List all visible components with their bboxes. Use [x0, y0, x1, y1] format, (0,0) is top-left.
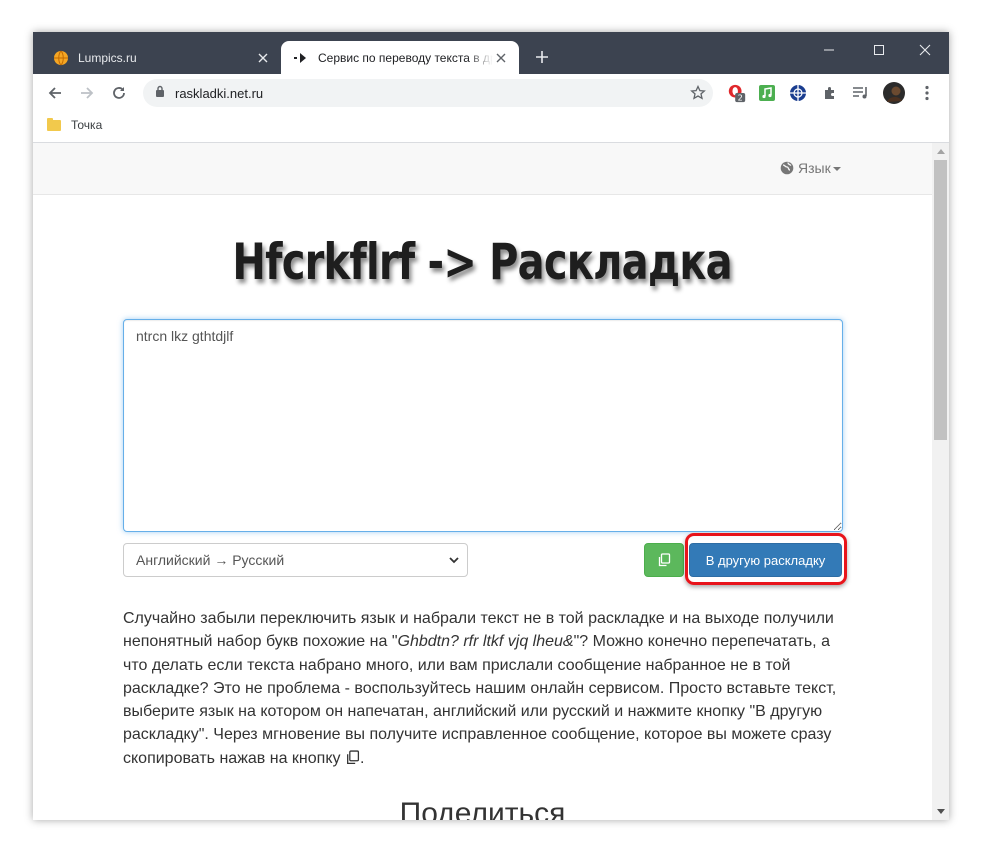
svg-text:2: 2: [738, 93, 743, 103]
scrollbar-thumb[interactable]: [934, 160, 947, 440]
minimize-button[interactable]: [809, 38, 849, 62]
globe-icon: [780, 161, 794, 175]
site-navbar: Язык: [33, 143, 932, 195]
copy-button[interactable]: [644, 543, 684, 577]
tab-lumpics[interactable]: Lumpics.ru: [41, 41, 281, 74]
orange-globe-icon: [53, 50, 69, 66]
back-button[interactable]: [43, 81, 67, 105]
scroll-down-button[interactable]: [932, 803, 949, 820]
minimize-icon: [824, 49, 834, 51]
description-part2: "? Можно конечно перепечатать, а что дел…: [123, 633, 837, 767]
address-bar[interactable]: raskladki.net.ru: [143, 79, 713, 107]
language-menu[interactable]: Язык: [780, 160, 841, 176]
maximize-icon: [874, 45, 884, 55]
media-queue-icon[interactable]: [851, 83, 871, 103]
bookmark-star-icon[interactable]: [683, 85, 713, 101]
url-text[interactable]: raskladki.net.ru: [175, 86, 683, 101]
tab-strip: Lumpics.ru Сервис по переводу текста в д…: [33, 32, 949, 74]
browser-window: Lumpics.ru Сервис по переводу текста в д…: [33, 32, 949, 820]
bookmarks-bar: Точка: [33, 112, 949, 143]
triangle-up-icon: [936, 149, 945, 154]
triangle-down-icon: [936, 809, 945, 814]
arrow-right-icon: [81, 87, 94, 99]
description-paragraph: Случайно забыли переключить язык и набра…: [123, 607, 843, 770]
page-viewport: Язык Hfcrkflrf -> Раскладка Английский →…: [33, 143, 932, 820]
caret-down-icon: [832, 167, 841, 171]
reload-button[interactable]: [107, 81, 131, 105]
browser-toolbar: raskladki.net.ru 2: [33, 74, 949, 112]
tab-raskladki[interactable]: Сервис по переводу текста в другую раскл…: [281, 41, 519, 74]
copy-icon: [658, 553, 671, 567]
music-extension-icon[interactable]: [757, 83, 777, 103]
direction-select[interactable]: Английский → Русский: [123, 543, 468, 577]
new-tab-button[interactable]: [531, 46, 553, 68]
direction-select-value: Английский → Русский: [136, 552, 285, 568]
highlight-frame: [685, 533, 847, 585]
maximize-button[interactable]: [859, 38, 899, 62]
tab-title: Сервис по переводу текста в другую раскл…: [318, 50, 493, 65]
share-heading: Поделиться: [399, 797, 566, 820]
vertical-scrollbar[interactable]: [932, 143, 949, 820]
bookmark-label: Точка: [71, 118, 103, 132]
close-icon[interactable]: [493, 50, 509, 66]
profile-avatar[interactable]: [882, 81, 906, 105]
opera-extension-icon[interactable]: 2: [727, 83, 747, 103]
tab-title: Lumpics.ru: [78, 50, 137, 65]
close-icon: [919, 44, 931, 56]
arrow-right-icon: [293, 50, 309, 66]
close-icon[interactable]: [255, 50, 271, 66]
description-part3: .: [359, 749, 365, 767]
language-menu-label: Язык: [798, 160, 831, 176]
window-close-button[interactable]: [905, 38, 945, 62]
arrow-left-icon: [48, 87, 61, 99]
site-logo: Hfcrkflrf -> Раскладка: [33, 233, 932, 291]
plus-icon: [536, 51, 548, 63]
bookmark-tochka[interactable]: Точка: [47, 117, 103, 132]
scroll-up-button[interactable]: [932, 143, 949, 160]
chevron-down-icon: [449, 556, 459, 564]
forward-button[interactable]: [75, 81, 99, 105]
text-input-area[interactable]: [123, 319, 843, 532]
logo-text: Hfcrkflrf -> Раскладка: [232, 233, 733, 291]
reload-icon: [113, 87, 125, 99]
lock-icon[interactable]: [155, 84, 165, 102]
vpn-globe-extension-icon[interactable]: [788, 83, 808, 103]
description-example: Ghbdtn? rfr ltkf vjq lheu&: [397, 633, 574, 651]
menu-kebab-icon[interactable]: [917, 83, 937, 103]
puzzle-extensions-icon[interactable]: [820, 83, 840, 103]
copy-icon: [345, 750, 360, 767]
folder-icon: [47, 117, 61, 131]
